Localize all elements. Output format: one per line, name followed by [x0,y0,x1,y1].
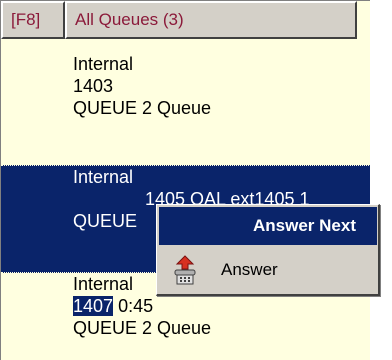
hotkey-label: [F8] [11,10,41,29]
call-queue-name: QUEUE 2 Queue [73,98,212,118]
queue-window: [F8] All Queues (3) Internal 1403 QUEUE … [0,0,392,360]
all-queues-label: All Queues (3) [75,10,184,29]
phone-answer-icon [171,255,199,285]
all-queues-tab[interactable]: All Queues (3) [65,1,357,39]
answer-label: Answer [221,260,278,279]
queue-list-panel: [F8] All Queues (3) Internal 1403 QUEUE … [0,0,370,360]
answer-next-menu-item[interactable]: Answer Next [159,207,377,245]
call-extension: 1403 [73,76,114,96]
scrollbar-area [370,0,392,360]
hotkey-tab[interactable]: [F8] [1,1,65,39]
answer-next-label: Answer Next [253,216,356,235]
context-menu: Answer Next Answer [156,204,380,296]
queue-header: [F8] All Queues (3) [1,1,370,39]
answer-menu-item[interactable]: Answer [159,251,377,289]
call-ext-time: 1407 0:45 [73,295,370,317]
call-type: Internal [73,167,134,187]
queue-call-item[interactable]: Internal 1403 QUEUE 2 Queue [1,53,370,143]
call-extension: 1407 [73,296,114,316]
call-wait-time: 0:45 [118,296,154,316]
call-queue-name: QUEUE 2 Queue [73,318,212,338]
call-type: Internal [73,54,134,74]
